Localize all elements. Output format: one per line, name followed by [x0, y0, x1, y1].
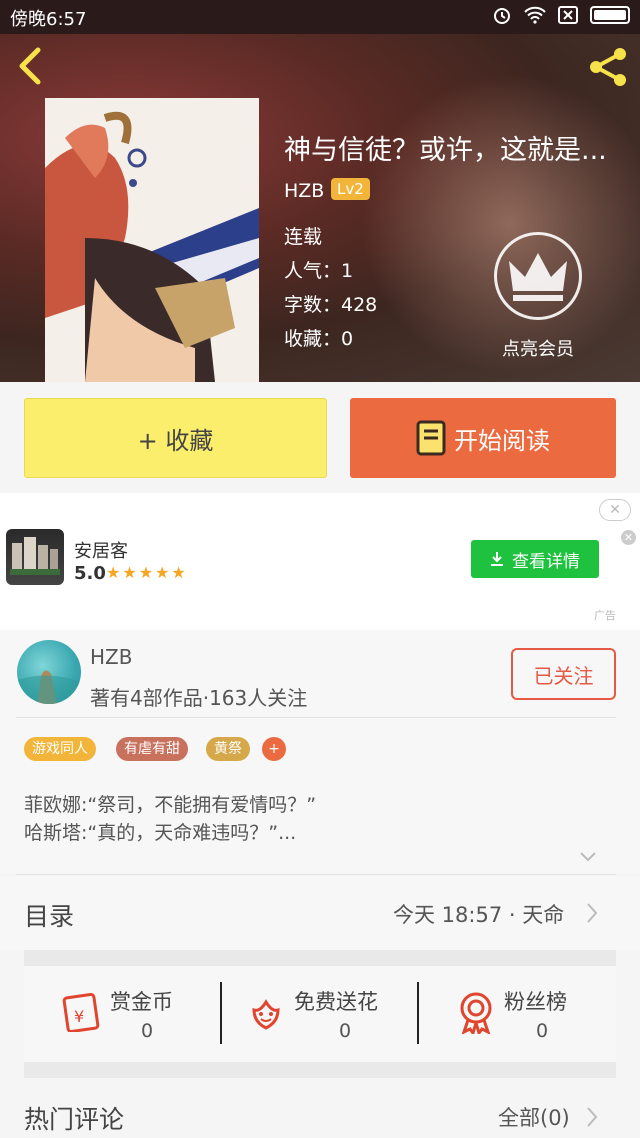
author-card-stats: 著有4部作品·163人关注	[90, 686, 308, 710]
red-envelope-icon[interactable]: ¥	[60, 992, 102, 1032]
battery-icon	[590, 6, 630, 24]
tag-huangji[interactable]: 黄祭	[206, 737, 250, 761]
alarm-icon	[494, 8, 510, 24]
book-popularity: 人气：1	[284, 260, 354, 282]
stat-label-reward[interactable]: 赏金币	[110, 986, 173, 1016]
tag-game-fanfic[interactable]: 游戏同人	[24, 737, 96, 761]
status-icons	[492, 5, 630, 25]
crown-icon	[509, 253, 567, 301]
all-comments-link[interactable]: 全部(0)	[498, 1102, 570, 1132]
vip-label[interactable]: 点亮会员	[502, 335, 574, 361]
catalog-title[interactable]: 目录	[24, 897, 74, 933]
ad-view-details-label: 查看详情	[512, 551, 580, 572]
divider	[16, 717, 616, 718]
book-favorites: 收藏：0	[284, 328, 354, 350]
share-icon[interactable]	[584, 46, 630, 88]
description-line-2: 哈斯塔:“真的，天命难违吗？”...	[24, 822, 297, 844]
ad-app-name: 安居客	[74, 541, 128, 562]
add-favorite-button[interactable]: + 收藏	[24, 398, 327, 478]
catalog-latest[interactable]: 今天 18:57 · 天命	[393, 899, 564, 929]
ad-tag: 广告	[594, 609, 616, 622]
chevron-right-icon[interactable]	[586, 902, 598, 924]
vip-button[interactable]	[494, 232, 582, 320]
stat-label-fans[interactable]: 粉丝榜	[504, 986, 567, 1016]
ad-stars: ★★★★★	[106, 563, 188, 582]
follow-button[interactable]: 已关注	[511, 648, 616, 700]
book-title: 神与信徒？或许，这就是...	[284, 135, 607, 166]
wifi-icon	[524, 6, 546, 24]
download-icon	[491, 552, 503, 566]
ad-rating: 5.0	[74, 563, 106, 584]
hot-comments-title: 热门评论	[24, 1105, 125, 1134]
stat-label-flowers[interactable]: 免费送花	[294, 986, 378, 1016]
follow-label: 已关注	[533, 663, 594, 688]
status-time: 傍晚6:57	[10, 9, 87, 30]
add-tag-button[interactable]: +	[262, 737, 286, 761]
stat-value-flowers: 0	[339, 1020, 352, 1042]
medal-icon[interactable]	[456, 990, 496, 1034]
status-bar: 傍晚6:57	[0, 0, 640, 34]
sim-off-icon	[558, 6, 578, 24]
ad-banner[interactable]: ✕ 安居客 5.0 ★★★★★ 查看详情 ✕ 广告	[0, 493, 640, 630]
description-line-1: 菲欧娜:“祭司，不能拥有爱情吗？”	[24, 794, 317, 816]
comments-chevron-right-icon[interactable]	[586, 1106, 598, 1128]
level-badge: Lv2	[331, 178, 370, 200]
start-reading-button[interactable]: 开始阅读	[350, 398, 616, 478]
back-icon[interactable]	[14, 46, 50, 86]
cover-illustration	[45, 98, 259, 382]
stat-value-reward: 0	[141, 1020, 154, 1042]
author-avatar[interactable]	[17, 640, 81, 704]
svg-text:¥: ¥	[74, 1007, 84, 1026]
book-status: 连载	[284, 226, 323, 248]
ad-close-top-icon[interactable]: ✕	[599, 499, 631, 521]
book-word-count: 字数：428	[284, 294, 378, 316]
book-icon	[416, 420, 446, 456]
start-reading-label: 开始阅读	[454, 426, 550, 455]
tag-angst-sweet[interactable]: 有虐有甜	[116, 737, 188, 761]
book-author[interactable]: HZB	[284, 180, 324, 202]
author-card-name[interactable]: HZB	[90, 645, 132, 669]
ad-close-icon[interactable]: ✕	[621, 530, 636, 545]
add-favorite-label: + 收藏	[137, 426, 214, 455]
flower-icon[interactable]	[246, 992, 286, 1032]
book-cover[interactable]	[45, 98, 259, 382]
ad-app-logo[interactable]	[6, 529, 64, 585]
ad-view-details-button[interactable]: 查看详情	[471, 540, 599, 578]
stat-value-fans: 0	[536, 1020, 549, 1042]
expand-chevron-icon[interactable]	[580, 848, 596, 864]
